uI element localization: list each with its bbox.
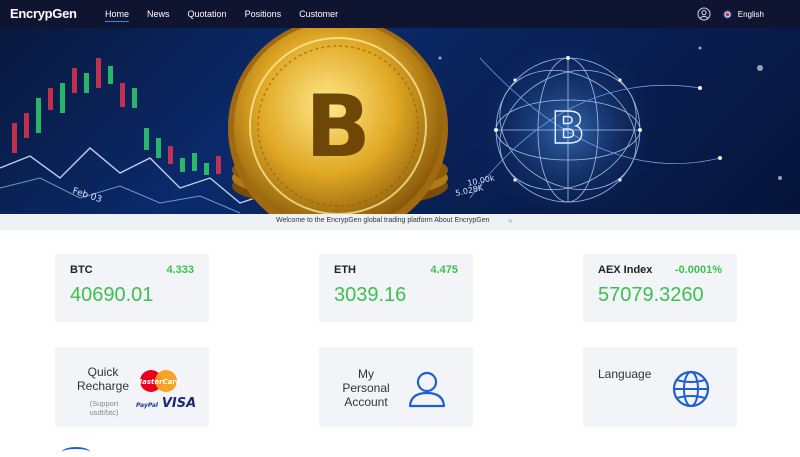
chart-date-label: Feb 03	[71, 186, 103, 205]
coin-price: 57079.3260	[598, 284, 704, 306]
user-circle-icon[interactable]	[697, 7, 711, 21]
bitcoin-symbol: B	[305, 77, 371, 177]
coin-name: BTC	[70, 264, 93, 276]
coin-change: 4.475	[430, 264, 458, 276]
nav-item-positions[interactable]: Positions	[245, 0, 282, 28]
feature-title: My Personal Account	[342, 367, 390, 409]
announcement-ticker: Welcome to the EncrypGen global trading …	[0, 214, 800, 230]
price-card-eth[interactable]: ETH 4.475 3039.16	[319, 254, 473, 322]
coin-price: 3039.16	[334, 284, 407, 306]
nav-links: Home News Quotation Positions Customer	[105, 0, 356, 28]
personal-account-card[interactable]: My Personal Account	[319, 347, 473, 427]
ticker-arrow-icon[interactable]: »	[508, 216, 512, 225]
language-selector[interactable]: English	[738, 10, 764, 19]
feature-title: Language	[598, 367, 652, 381]
nav-item-news[interactable]: News	[147, 0, 170, 28]
payment-logos-icon: MasterCard PayPal VISA	[135, 367, 199, 411]
feature-subtitle: (Support usdt/btc)	[89, 399, 119, 417]
svg-text:VISA: VISA	[162, 396, 196, 411]
globe-icon	[672, 370, 710, 408]
quick-recharge-card[interactable]: Quick Recharge (Support usdt/btc) Master…	[55, 347, 209, 427]
nav-right: English	[697, 0, 764, 28]
price-card-btc[interactable]: BTC 4.333 40690.01	[55, 254, 209, 322]
svg-text:PayPal: PayPal	[136, 402, 159, 409]
nav-item-home[interactable]: Home	[105, 0, 130, 28]
nav-item-quotation[interactable]: Quotation	[188, 0, 227, 28]
globe-bitcoin-symbol: B	[551, 103, 585, 154]
feature-title: Quick Recharge	[76, 365, 130, 393]
coin-change: -0.0001%	[674, 264, 722, 276]
flag-icon[interactable]	[722, 9, 732, 19]
user-icon	[407, 369, 447, 409]
nav-item-customer[interactable]: Customer	[299, 0, 338, 28]
coin-price: 40690.01	[70, 284, 154, 306]
language-card[interactable]: Language	[583, 347, 737, 427]
logo[interactable]: EncrypGen	[10, 6, 77, 21]
banner-illustration: Feb 03 10.00k 5.028K B B	[0, 28, 782, 214]
partial-icon	[62, 447, 90, 457]
coin-name: ETH	[334, 264, 356, 276]
coin-name: AEX Index	[598, 264, 653, 276]
top-nav: EncrypGen Home News Quotation Positions …	[0, 0, 800, 28]
price-card-aex[interactable]: AEX Index -0.0001% 57079.3260	[583, 254, 737, 322]
candlestick-chart	[12, 58, 221, 175]
ticker-text[interactable]: Welcome to the EncrypGen global trading …	[276, 217, 490, 224]
coin-change: 4.333	[166, 264, 194, 276]
svg-text:MasterCard: MasterCard	[135, 378, 182, 386]
hero-banner: Feb 03 10.00k 5.028K B B	[0, 28, 800, 214]
